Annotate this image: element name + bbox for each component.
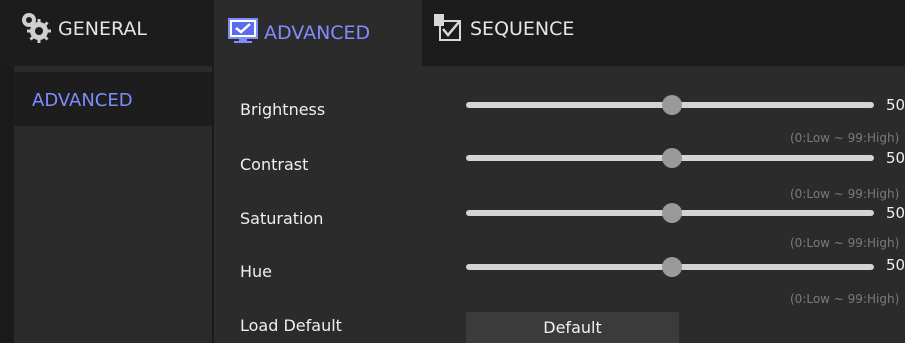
- brightness-range-hint: (0:Low ~ 99:High): [790, 131, 900, 145]
- saturation-slider[interactable]: [466, 203, 874, 223]
- sidebar: ADVANCED: [14, 66, 212, 343]
- hue-label: Hue: [240, 262, 273, 281]
- slider-thumb[interactable]: [662, 203, 683, 223]
- tab-sequence-label: SEQUENCE: [470, 18, 575, 40]
- sequence-icon: [432, 12, 464, 47]
- brightness-value: 50: [886, 96, 905, 114]
- load-default-label: Load Default: [240, 316, 342, 335]
- tab-advanced[interactable]: ADVANCED: [214, 0, 422, 66]
- hue-range-hint: (0:Low ~ 99:High): [790, 292, 900, 306]
- settings-panel: Brightness 50 (0:Low ~ 99:High) Contrast…: [214, 66, 905, 343]
- saturation-value: 50: [886, 204, 905, 222]
- gear-icon: [18, 10, 52, 49]
- brightness-slider[interactable]: [466, 95, 874, 115]
- sidebar-item-advanced[interactable]: ADVANCED: [14, 72, 212, 126]
- slider-thumb[interactable]: [662, 95, 683, 115]
- slider-thumb[interactable]: [662, 148, 683, 168]
- tab-bar: GENERAL ADVANCED SEQUENCE: [0, 0, 905, 66]
- tab-sequence[interactable]: SEQUENCE: [432, 0, 632, 60]
- contrast-range-hint: (0:Low ~ 99:High): [790, 187, 900, 201]
- hue-slider[interactable]: [466, 257, 874, 277]
- contrast-value: 50: [886, 149, 905, 167]
- slider-thumb[interactable]: [662, 257, 683, 277]
- monitor-check-icon: [228, 17, 258, 49]
- saturation-range-hint: (0:Low ~ 99:High): [790, 236, 900, 250]
- contrast-slider[interactable]: [466, 148, 874, 168]
- tab-general-label: GENERAL: [58, 18, 147, 40]
- brightness-label: Brightness: [240, 100, 326, 119]
- hue-value: 50: [886, 256, 905, 274]
- saturation-label: Saturation: [240, 209, 324, 228]
- contrast-label: Contrast: [240, 155, 309, 174]
- tab-general[interactable]: GENERAL: [18, 0, 213, 60]
- tab-advanced-label: ADVANCED: [264, 22, 371, 44]
- default-button[interactable]: Default: [466, 312, 679, 343]
